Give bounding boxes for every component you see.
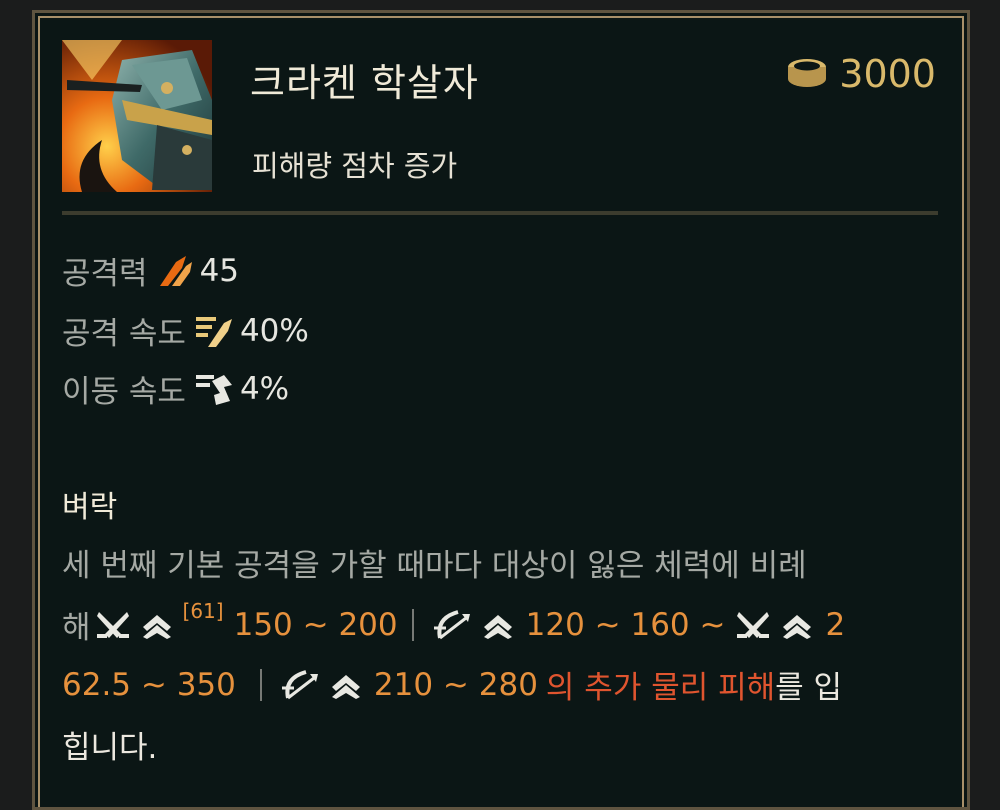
separator [259,668,262,701]
melee-swords-icon [735,608,771,642]
ranged-bow-icon [432,608,472,642]
melee-damage-range: 62.5 ~ 350 [62,666,236,703]
ranged-bow-icon [280,668,320,702]
item-price: 3000 [785,52,936,96]
ranged-damage-range: 210 ~ 280 [373,666,538,703]
passive-text: 세 번째 기본 공격을 가할 때마다 대상이 잃은 체력에 비례 [62,548,807,584]
item-name: 크라켄 학살자 [250,61,479,105]
separator [411,608,414,641]
passive-desc-line-2: 해 [61] 150 ~ 200 120 ~ 160 ~ 2 [62,598,846,647]
stat-value: 4% [239,370,290,407]
ranged-damage-range: 120 ~ 160 ~ [525,606,726,643]
level-up-chevron-icon [328,671,364,699]
melee-swords-icon [95,608,131,642]
item-icon [62,40,212,192]
passive-text: 를 입 [775,670,843,706]
item-subtitle: 피해량 점차 증가 [252,149,458,183]
melee-damage-range: 2 [825,606,846,643]
stat-attack-speed: 공격 속도 40% [62,308,309,353]
stat-attack-damage: 공격력 45 [62,248,239,293]
stat-value: 45 [199,252,240,289]
physical-damage-text: 의 추가 물리 피해 [545,670,776,706]
level-tag: [61] [182,598,224,623]
header-divider [62,211,938,215]
attack-speed-icon [195,316,232,347]
attack-damage-icon [159,255,192,286]
passive-desc-line-1: 세 번째 기본 공격을 가할 때마다 대상이 잃은 체력에 비례 [62,540,807,585]
stat-label: 공격력 [62,256,148,292]
stat-move-speed: 이동 속도 4% [62,366,289,411]
melee-damage-range: 150 ~ 200 [233,606,398,643]
stat-label: 공격 속도 [62,316,186,352]
stat-label: 이동 속도 [62,374,186,410]
passive-name: 벼락 [62,490,118,525]
gold-coin-icon [785,55,829,93]
level-up-chevron-icon [779,611,815,639]
stat-value: 40% [239,312,309,349]
price-value: 3000 [839,52,936,96]
level-up-chevron-icon [480,611,516,639]
passive-desc-line-4: 힙니다. [62,722,157,767]
passive-text: 힙니다. [62,730,158,766]
level-up-chevron-icon [139,611,175,639]
move-speed-icon [195,374,232,405]
passive-desc-line-3: 62.5 ~ 350 210 ~ 280 의 추가 물리 피해 를 입 [62,662,842,707]
passive-text: 해 [62,610,91,646]
